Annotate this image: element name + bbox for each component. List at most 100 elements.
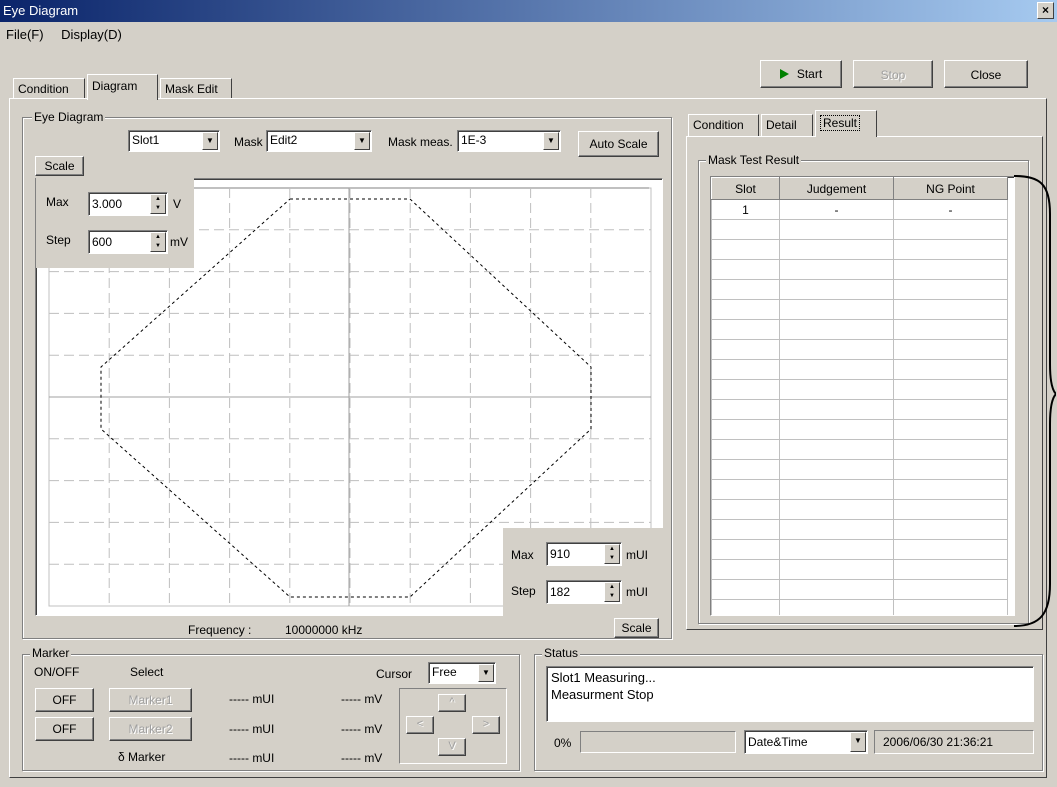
table-cell <box>711 259 780 280</box>
x-max-unit: mUI <box>626 548 648 562</box>
table-cell <box>711 419 780 440</box>
column-header-judgement[interactable]: Judgement <box>779 177 894 200</box>
spinner-icon[interactable]: ▲ ▼ <box>604 582 620 602</box>
mask-result-group-label: Mask Test Result <box>706 153 802 167</box>
tab-right-result[interactable]: Result <box>815 110 877 137</box>
slot-select[interactable]: Slot1 ▼ <box>128 130 220 152</box>
chevron-down-icon[interactable]: ▼ <box>202 132 218 150</box>
cell-ng-point: - <box>893 199 1008 220</box>
table-row[interactable] <box>711 519 1008 540</box>
table-cell <box>711 439 780 460</box>
y-scale-panel: Max 3.000 ▲ ▼ V Step 600 ▲ ▼ mV <box>36 178 194 268</box>
x-step-unit: mUI <box>626 585 648 599</box>
chevron-down-icon[interactable]: ▼ <box>850 732 866 752</box>
tab-right-condition[interactable]: Condition <box>688 114 759 136</box>
auto-scale-button[interactable]: Auto Scale <box>578 131 659 157</box>
table-cell <box>779 399 894 420</box>
cursor-left-button[interactable]: < <box>406 716 434 734</box>
marker1-button[interactable]: Marker1 <box>109 688 192 712</box>
table-row[interactable] <box>711 339 1008 360</box>
y-scale-button[interactable]: Scale <box>35 156 84 176</box>
table-cell <box>711 599 780 615</box>
y-max-value: 3.000 <box>92 197 123 211</box>
marker2-off-button[interactable]: OFF <box>35 717 94 741</box>
table-row[interactable] <box>711 479 1008 500</box>
tab-mask-edit[interactable]: Mask Edit <box>160 78 232 99</box>
marker1-off-button[interactable]: OFF <box>35 688 94 712</box>
cursor-down-button[interactable]: V <box>438 738 466 756</box>
table-cell <box>779 299 894 320</box>
result-table[interactable]: Slot Judgement NG Point 1 - - <box>710 176 1015 616</box>
table-cell <box>779 559 894 580</box>
tab-right-detail[interactable]: Detail <box>761 114 813 136</box>
close-button[interactable]: Close <box>944 60 1028 88</box>
x-max-input[interactable]: 910 ▲ ▼ <box>546 542 622 566</box>
delta-marker-label: δ Marker <box>118 750 166 764</box>
table-cell <box>779 339 894 360</box>
table-row[interactable] <box>711 259 1008 280</box>
mask-select[interactable]: Edit2 ▼ <box>266 130 372 152</box>
table-cell <box>711 239 780 260</box>
datetime-mode-select[interactable]: Date&Time ▼ <box>744 730 868 754</box>
delta-ui-readout: ----- mUI <box>229 751 275 765</box>
table-cell <box>893 299 1008 320</box>
table-row[interactable] <box>711 579 1008 600</box>
stop-button[interactable]: Stop <box>853 60 933 88</box>
table-row[interactable] <box>711 379 1008 400</box>
table-cell <box>893 339 1008 360</box>
y-step-input[interactable]: 600 ▲ ▼ <box>88 230 168 254</box>
chevron-down-icon[interactable]: ▼ <box>354 132 370 150</box>
table-row[interactable] <box>711 399 1008 420</box>
table-row[interactable] <box>711 499 1008 520</box>
window-close-button[interactable]: × <box>1037 2 1054 19</box>
table-row[interactable] <box>711 239 1008 260</box>
x-scale-panel: Max 910 ▲ ▼ mUI Step 182 ▲ ▼ mUI <box>503 528 663 616</box>
marker2-ui-readout: ----- mUI <box>229 722 275 736</box>
table-cell <box>893 599 1008 615</box>
menu-display[interactable]: Display(D) <box>61 27 122 42</box>
x-step-input[interactable]: 182 ▲ ▼ <box>546 580 622 604</box>
table-row[interactable] <box>711 419 1008 440</box>
table-row[interactable] <box>711 219 1008 240</box>
cursor-up-button[interactable]: ^ <box>438 694 466 712</box>
table-cell <box>779 519 894 540</box>
table-row[interactable] <box>711 359 1008 380</box>
cursor-right-button[interactable]: > <box>472 716 500 734</box>
table-row[interactable] <box>711 539 1008 560</box>
column-header-ng-point[interactable]: NG Point <box>893 177 1008 200</box>
table-row[interactable] <box>711 279 1008 300</box>
y-max-input[interactable]: 3.000 ▲ ▼ <box>88 192 168 216</box>
table-cell <box>779 539 894 560</box>
chevron-down-icon[interactable]: ▼ <box>543 132 559 150</box>
table-cell <box>711 499 780 520</box>
result-table-grid: Slot Judgement NG Point 1 - - <box>711 177 1008 615</box>
table-cell <box>893 439 1008 460</box>
table-row[interactable] <box>711 559 1008 580</box>
chevron-down-icon[interactable]: ▼ <box>478 664 494 682</box>
table-row[interactable] <box>711 599 1008 615</box>
status-log[interactable]: Slot1 Measuring... Measurment Stop <box>546 666 1034 722</box>
x-scale-button[interactable]: Scale <box>614 618 659 638</box>
table-row[interactable]: 1 - - <box>711 199 1008 220</box>
progress-bar <box>580 731 736 753</box>
table-row[interactable] <box>711 439 1008 460</box>
tab-condition[interactable]: Condition <box>13 78 85 99</box>
cursor-select[interactable]: Free ▼ <box>428 662 496 684</box>
table-cell <box>779 379 894 400</box>
table-cell <box>711 219 780 240</box>
tab-diagram[interactable]: Diagram <box>87 74 158 100</box>
start-button[interactable]: Start <box>760 60 842 88</box>
table-row[interactable] <box>711 459 1008 480</box>
table-header-row: Slot Judgement NG Point <box>711 177 1008 200</box>
spinner-icon[interactable]: ▲ ▼ <box>150 232 166 252</box>
spinner-icon[interactable]: ▲ ▼ <box>150 194 166 214</box>
column-header-slot[interactable]: Slot <box>711 177 780 200</box>
mask-meas-select[interactable]: 1E-3 ▼ <box>457 130 561 152</box>
table-row[interactable] <box>711 319 1008 340</box>
cell-judgement: - <box>779 199 894 220</box>
menu-file[interactable]: File(F) <box>6 27 44 42</box>
table-cell <box>779 439 894 460</box>
table-row[interactable] <box>711 299 1008 320</box>
spinner-icon[interactable]: ▲ ▼ <box>604 544 620 564</box>
marker2-button[interactable]: Marker2 <box>109 717 192 741</box>
